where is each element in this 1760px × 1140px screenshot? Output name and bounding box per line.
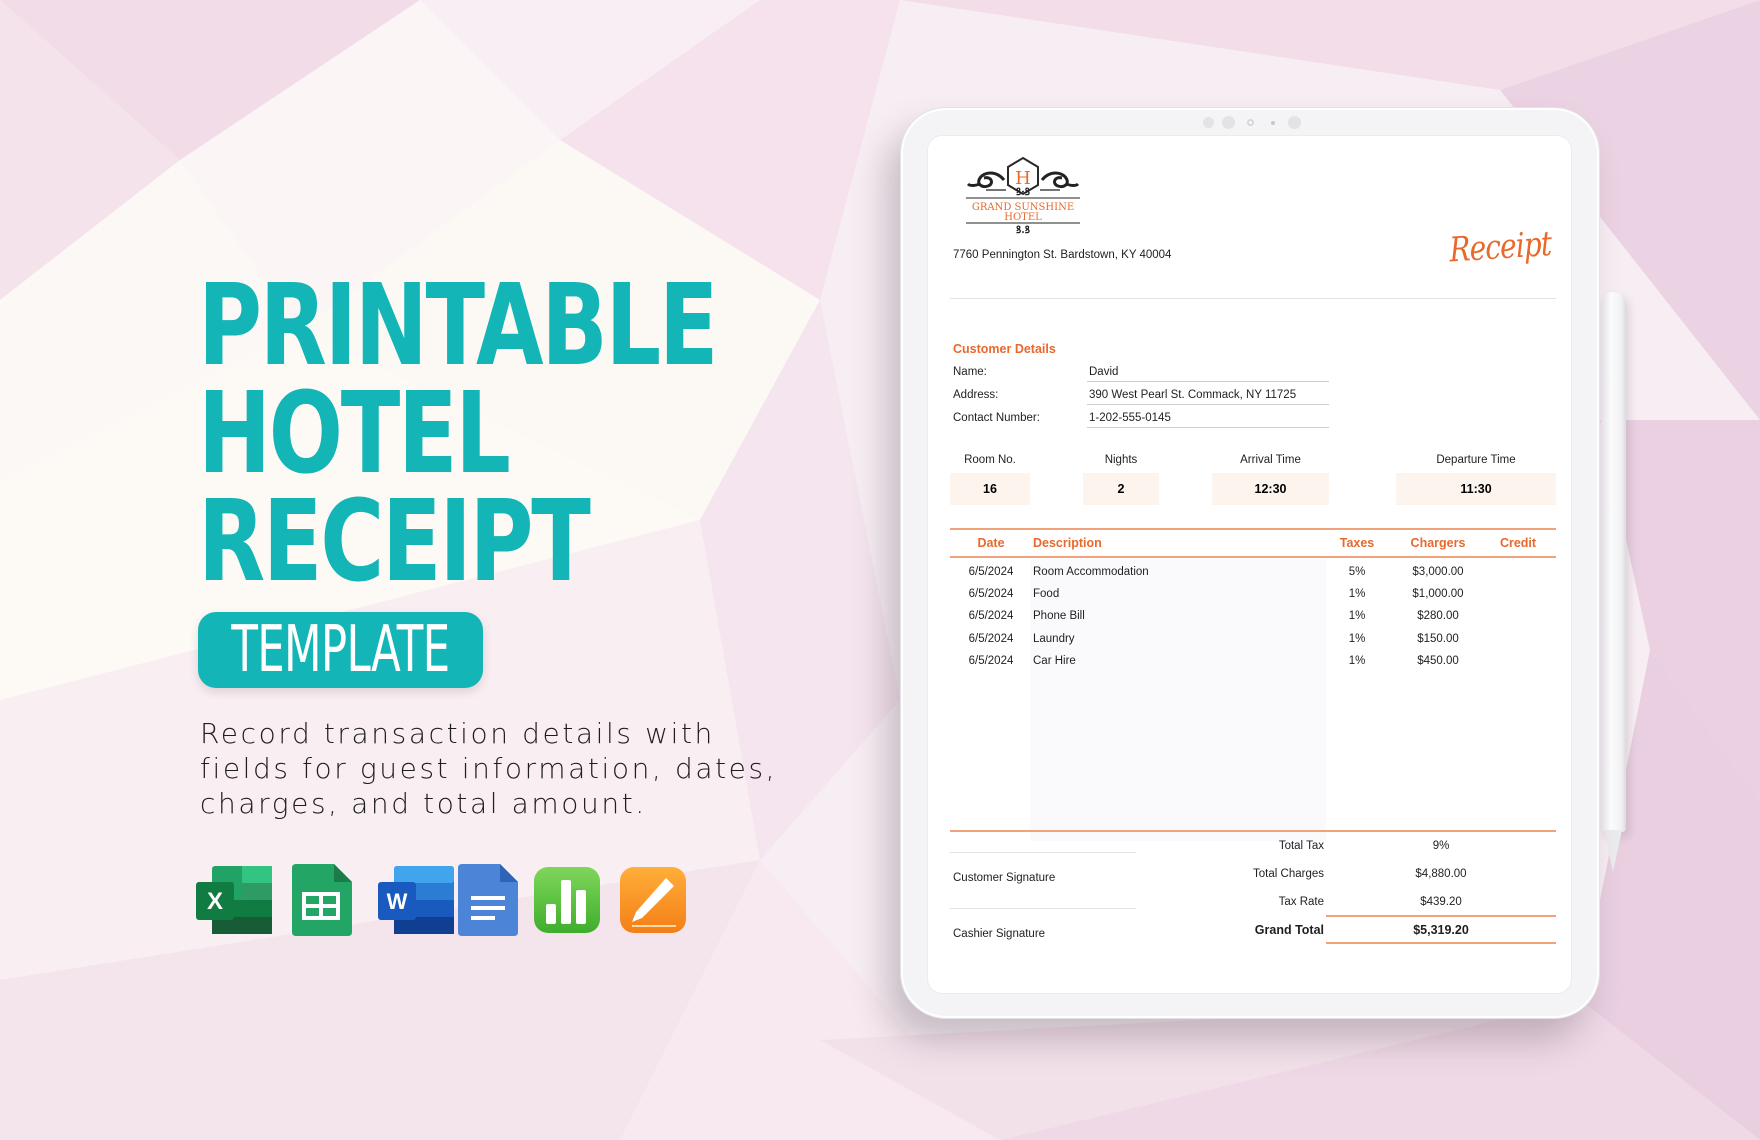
cell-description: Laundry	[1033, 632, 1075, 645]
cashier-signature-line[interactable]	[950, 908, 1136, 909]
tablet-device: H ꝸ·ꝸ GRAND SUNSHINE HOTEL ꝸ.ꝸ 7760 Penn…	[900, 107, 1600, 1019]
cell-date: 6/5/2024	[968, 566, 1014, 578]
tax-rate-value: $439.20	[1420, 896, 1462, 908]
hotel-address: 7760 Pennington St. Bardstown, KY 40004	[953, 249, 1172, 261]
contact-number-label: Contact Number:	[953, 412, 1040, 424]
description-line: fields for guest information, dates,	[200, 752, 778, 785]
camera-bar	[901, 113, 1599, 133]
cell-charges: $280.00	[1417, 610, 1459, 623]
title-line-1: PRINTABLE	[198, 261, 719, 391]
numbers-icon[interactable]	[532, 864, 602, 941]
arrival-time-label: Arrival Time	[1240, 454, 1301, 466]
receipt-heading: Receipt	[1448, 224, 1552, 271]
total-tax-label: Total Tax	[1278, 840, 1324, 852]
cell-date: 6/5/2024	[968, 588, 1014, 601]
cell-charges: $450.00	[1417, 654, 1459, 667]
description-column-shade	[1030, 559, 1326, 841]
nights-label: Nights	[1104, 454, 1138, 466]
departure-time-label: Departure Time	[1436, 454, 1516, 466]
name-field[interactable]: David	[1087, 366, 1329, 382]
cell-date: 6/5/2024	[968, 654, 1014, 667]
room-no-field[interactable]: 16	[950, 473, 1030, 505]
grand-total-label: Grand Total	[1254, 923, 1324, 937]
cell-description: Car Hire	[1033, 654, 1076, 667]
address-label: Address:	[953, 389, 999, 401]
cell-charges: $1,000.00	[1412, 588, 1464, 601]
grand-total-top-border	[1326, 915, 1556, 917]
customer-signature-line[interactable]	[950, 852, 1136, 853]
table-bottom-border	[950, 830, 1556, 832]
total-charges-label: Total Charges	[1253, 868, 1324, 880]
address-field[interactable]: 390 West Pearl St. Commack, NY 11725	[1087, 389, 1329, 405]
cell-taxes: 1%	[1348, 588, 1366, 601]
table-top-border	[950, 528, 1556, 530]
excel-icon[interactable]: X	[196, 864, 274, 941]
camera-dot	[1203, 117, 1214, 128]
template-badge: TEMPLATE	[198, 612, 483, 688]
cell-description: Phone Bill	[1033, 610, 1085, 623]
grand-total-bottom-border	[1326, 942, 1556, 944]
customer-details-title: Customer Details	[953, 342, 1056, 356]
tax-rate-label: Tax Rate	[1278, 896, 1324, 908]
contact-number-field[interactable]: 1-202-555-0145	[1087, 412, 1329, 428]
table-header-border	[950, 556, 1556, 558]
svg-text:ꝸ.ꝸ: ꝸ.ꝸ	[1016, 225, 1030, 236]
total-tax-value: 9%	[1432, 840, 1450, 852]
camera-dot	[1222, 116, 1235, 129]
col-header-taxes: Taxes	[1339, 536, 1375, 550]
cell-description: Food	[1033, 588, 1060, 601]
logo-name-line2: HOTEL	[1004, 212, 1042, 223]
col-header-description: Description	[1033, 536, 1102, 550]
departure-time-field[interactable]: 11:30	[1396, 473, 1556, 505]
promo-description: Record transaction details with fields f…	[200, 716, 820, 821]
customer-signature-label: Customer Signature	[953, 872, 1056, 884]
svg-text:W: W	[387, 889, 408, 914]
room-no-label: Room No.	[964, 454, 1016, 466]
camera-dot	[1288, 116, 1301, 129]
logo-letter: H	[1015, 168, 1031, 189]
google-docs-icon[interactable]	[458, 864, 518, 941]
svg-text:ꝸ·ꝸ: ꝸ·ꝸ	[1016, 187, 1030, 198]
receipt-document: H ꝸ·ꝸ GRAND SUNSHINE HOTEL ꝸ.ꝸ 7760 Penn…	[928, 136, 1571, 993]
word-icon[interactable]: W	[378, 864, 456, 941]
google-sheets-icon[interactable]	[292, 864, 352, 941]
name-label: Name:	[953, 366, 987, 378]
pages-icon[interactable]	[618, 864, 688, 941]
cashier-signature-label: Cashier Signature	[953, 928, 1046, 940]
cell-taxes: 1%	[1348, 654, 1366, 667]
col-header-date: Date	[977, 536, 1005, 550]
col-header-charges: Chargers	[1410, 536, 1466, 550]
camera-dot	[1247, 119, 1254, 126]
nights-field[interactable]: 2	[1083, 473, 1159, 505]
template-badge-label: TEMPLATE	[231, 613, 450, 687]
hotel-logo: H ꝸ·ꝸ GRAND SUNSHINE HOTEL ꝸ.ꝸ	[966, 156, 1081, 241]
col-header-credit: Credit	[1499, 536, 1537, 550]
header-divider	[950, 298, 1556, 299]
cell-charges: $3,000.00	[1412, 566, 1464, 578]
svg-text:X: X	[207, 888, 223, 915]
grand-total-value: $5,319.20	[1413, 923, 1469, 937]
promo-title: PRINTABLE HOTEL RECEIPT	[198, 261, 719, 607]
title-line-2: HOTEL	[198, 369, 511, 499]
cell-date: 6/5/2024	[968, 632, 1014, 645]
cell-taxes: 1%	[1348, 632, 1366, 645]
total-charges-value: $4,880.00	[1415, 868, 1467, 880]
cell-description: Room Accommodation	[1033, 566, 1149, 578]
arrival-time-field[interactable]: 12:30	[1212, 473, 1329, 505]
cell-charges: $150.00	[1417, 632, 1459, 645]
description-line: Record transaction details with	[200, 717, 715, 750]
stylus-pencil	[1601, 292, 1626, 872]
title-line-3: RECEIPT	[198, 477, 591, 607]
cell-taxes: 1%	[1348, 610, 1366, 623]
cell-date: 6/5/2024	[968, 610, 1014, 623]
cell-taxes: 5%	[1348, 566, 1366, 578]
camera-dot	[1271, 121, 1275, 125]
description-line: charges, and total amount.	[200, 787, 647, 820]
